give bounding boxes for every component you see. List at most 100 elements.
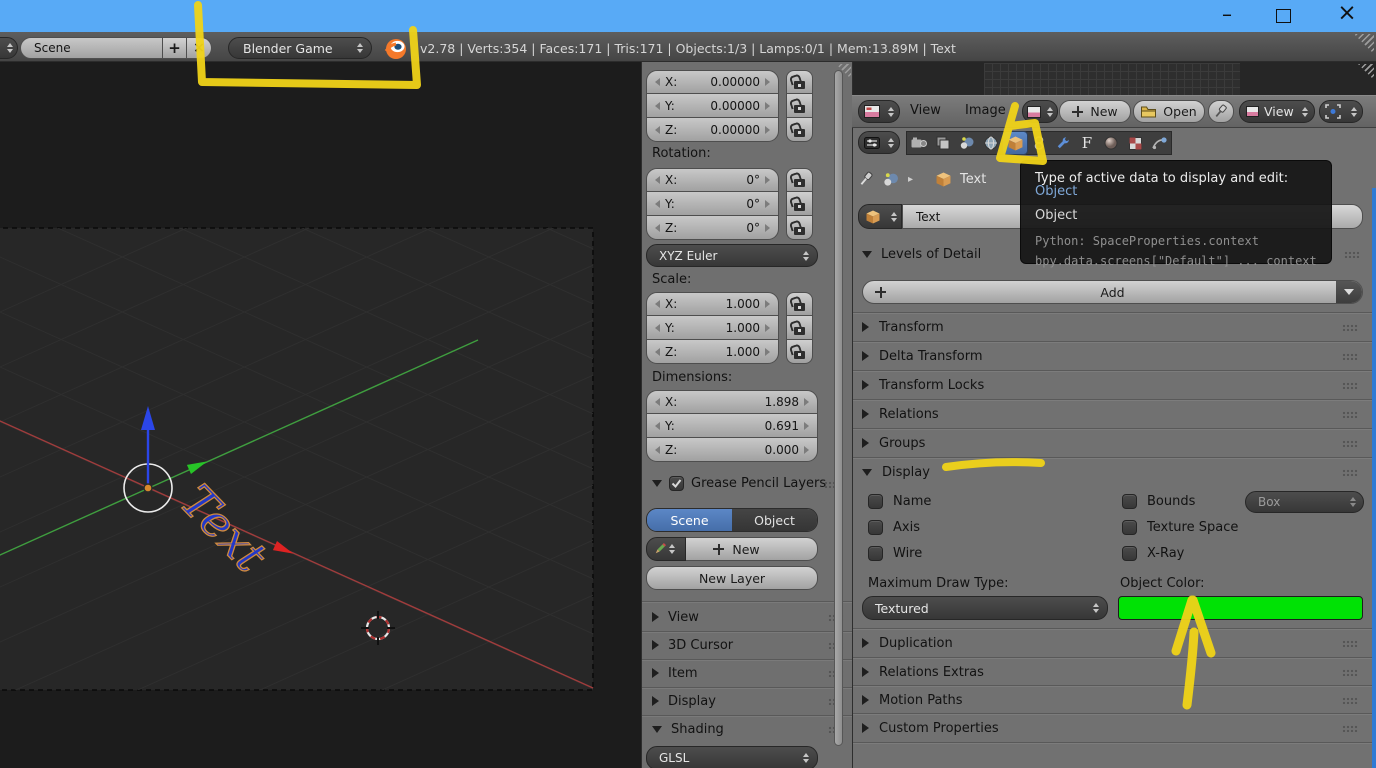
scale-z-field[interactable]: Z: 1.000: [646, 340, 779, 364]
panel-motion-paths[interactable]: Motion Paths: [862, 686, 1358, 714]
object-color-swatch[interactable]: [1118, 596, 1363, 620]
lock-rotation-z[interactable]: [786, 216, 813, 240]
panel-drag-grip[interactable]: [1342, 439, 1358, 447]
maximize-button[interactable]: [1276, 9, 1291, 23]
engine-select[interactable]: Blender Game: [228, 37, 372, 59]
panel-duplication[interactable]: Duplication: [862, 629, 1358, 657]
tab-data[interactable]: F: [1075, 132, 1099, 154]
npanel-section-item[interactable]: Item: [652, 659, 844, 687]
rotation-y-field[interactable]: Y: 0°: [646, 192, 779, 216]
rotation-mode-select[interactable]: XYZ Euler: [646, 244, 818, 267]
scale-y-field[interactable]: Y: 1.000: [646, 316, 779, 340]
npanel-section-3d-cursor[interactable]: 3D Cursor: [652, 631, 844, 659]
tab-scene[interactable]: [955, 132, 979, 154]
scene-name-field[interactable]: Scene: [20, 37, 163, 59]
3d-viewport[interactable]: Text: [0, 62, 641, 768]
bounds-type-select[interactable]: Box: [1245, 491, 1364, 513]
tab-render[interactable]: [907, 132, 931, 154]
shading-mode-select[interactable]: GLSL: [646, 746, 818, 768]
gp-tab-object[interactable]: Object: [732, 509, 817, 531]
panel-drag-grip[interactable]: [1342, 696, 1358, 704]
panel-transform-locks[interactable]: Transform Locks: [862, 371, 1358, 399]
rotation-z-field[interactable]: Z: 0°: [646, 216, 779, 240]
npanel-section-display[interactable]: Display: [652, 687, 844, 715]
close-button[interactable]: ×: [1332, 0, 1362, 30]
tab-world[interactable]: [979, 132, 1003, 154]
add-scene-button[interactable]: +: [163, 37, 187, 59]
pivot-point-button[interactable]: [1319, 100, 1363, 123]
location-z-field[interactable]: Z: 0.00000: [646, 118, 779, 142]
panel-transform[interactable]: Transform: [862, 313, 1358, 341]
lock-scale-z[interactable]: [786, 340, 813, 364]
location-y-field[interactable]: Y: 0.00000: [646, 94, 779, 118]
panel-display-header[interactable]: Display: [862, 458, 1358, 486]
lock-location-y[interactable]: [786, 94, 813, 118]
gp-new-layer-button[interactable]: New Layer: [646, 566, 818, 590]
tab-constraints[interactable]: [1027, 132, 1051, 154]
minimize-button[interactable]: –: [1212, 2, 1242, 30]
pin-icon[interactable]: [860, 171, 874, 187]
checkbox-wire[interactable]: Wire: [868, 546, 922, 561]
lock-location-z[interactable]: [786, 118, 813, 142]
tab-render-layers[interactable]: [931, 132, 955, 154]
gp-tab-scene[interactable]: Scene: [647, 509, 732, 531]
panel-relations[interactable]: Relations: [862, 400, 1358, 428]
dimensions-y-field[interactable]: Y: 0.691: [646, 414, 818, 438]
image-view-select[interactable]: View: [1239, 100, 1315, 123]
panel-groups[interactable]: Groups: [862, 429, 1358, 457]
tab-physics[interactable]: [1147, 132, 1171, 154]
lod-add-dropdown[interactable]: [1336, 281, 1362, 303]
npanel-section-view[interactable]: View: [652, 603, 844, 631]
npanel-section-shading[interactable]: Shading: [652, 715, 844, 743]
lod-panel-header[interactable]: Levels of Detail: [862, 247, 981, 262]
checkbox-x-ray[interactable]: X-Ray: [1122, 546, 1184, 561]
scene-icon[interactable]: [883, 172, 899, 187]
checkbox-axis[interactable]: Axis: [868, 520, 920, 535]
lock-location-x[interactable]: [786, 70, 813, 94]
panel-custom-properties[interactable]: Custom Properties: [862, 714, 1358, 742]
lod-add-button[interactable]: Add: [862, 280, 1363, 304]
gp-datablock-button[interactable]: [646, 537, 686, 561]
lock-rotation-y[interactable]: [786, 192, 813, 216]
rotation-x-field[interactable]: X: 0°: [646, 168, 779, 192]
unlink-scene-button[interactable]: ×: [187, 37, 212, 59]
panel-delta-transform[interactable]: Delta Transform: [862, 342, 1358, 370]
image-pin-button[interactable]: [1208, 100, 1234, 123]
panel-relations-extras[interactable]: Relations Extras: [862, 658, 1358, 686]
dimensions-x-field[interactable]: X: 1.898: [646, 390, 818, 414]
npanel-scrollbar[interactable]: [834, 70, 843, 746]
checkbox-name[interactable]: Name: [868, 494, 931, 509]
panel-drag-grip[interactable]: [1342, 724, 1358, 732]
scale-x-field[interactable]: X: 1.000: [646, 292, 779, 316]
image-editor-type-button[interactable]: [858, 100, 900, 123]
tab-modifiers[interactable]: [1051, 132, 1075, 154]
panel-drag-grip[interactable]: [1342, 639, 1358, 647]
menu-image[interactable]: Image: [965, 103, 1006, 118]
image-new-button[interactable]: New: [1059, 100, 1131, 123]
tab-texture[interactable]: [1123, 132, 1147, 154]
lock-scale-y[interactable]: [786, 316, 813, 340]
image-open-button[interactable]: Open: [1133, 100, 1205, 123]
panel-drag-grip[interactable]: [1342, 468, 1358, 476]
gp-new-button[interactable]: New: [686, 537, 818, 561]
panel-drag-grip[interactable]: [1342, 668, 1358, 676]
properties-editor-type-button[interactable]: [858, 131, 900, 154]
panel-drag-grip[interactable]: [1342, 323, 1358, 331]
object-id-button[interactable]: [858, 204, 902, 229]
menu-view[interactable]: View: [910, 103, 941, 118]
location-x-field[interactable]: X: 0.00000: [646, 70, 779, 94]
lock-scale-x[interactable]: [786, 292, 813, 316]
grease-pencil-panel-header[interactable]: Grease Pencil Layers: [652, 476, 826, 491]
panel-drag-grip[interactable]: [1342, 381, 1358, 389]
checkbox-bounds[interactable]: Bounds: [1122, 494, 1195, 509]
grease-pencil-checkbox[interactable]: [669, 476, 684, 491]
lock-rotation-x[interactable]: [786, 168, 813, 192]
panel-drag-grip[interactable]: [1342, 352, 1358, 360]
image-browse-button[interactable]: [1022, 100, 1058, 123]
tab-object[interactable]: [1002, 131, 1028, 155]
draw-type-select[interactable]: Textured: [862, 596, 1108, 620]
tab-material[interactable]: [1099, 132, 1123, 154]
panel-drag-grip[interactable]: [1342, 410, 1358, 418]
checkbox-texture-space[interactable]: Texture Space: [1122, 520, 1238, 535]
dimensions-z-field[interactable]: Z: 0.000: [646, 438, 818, 462]
